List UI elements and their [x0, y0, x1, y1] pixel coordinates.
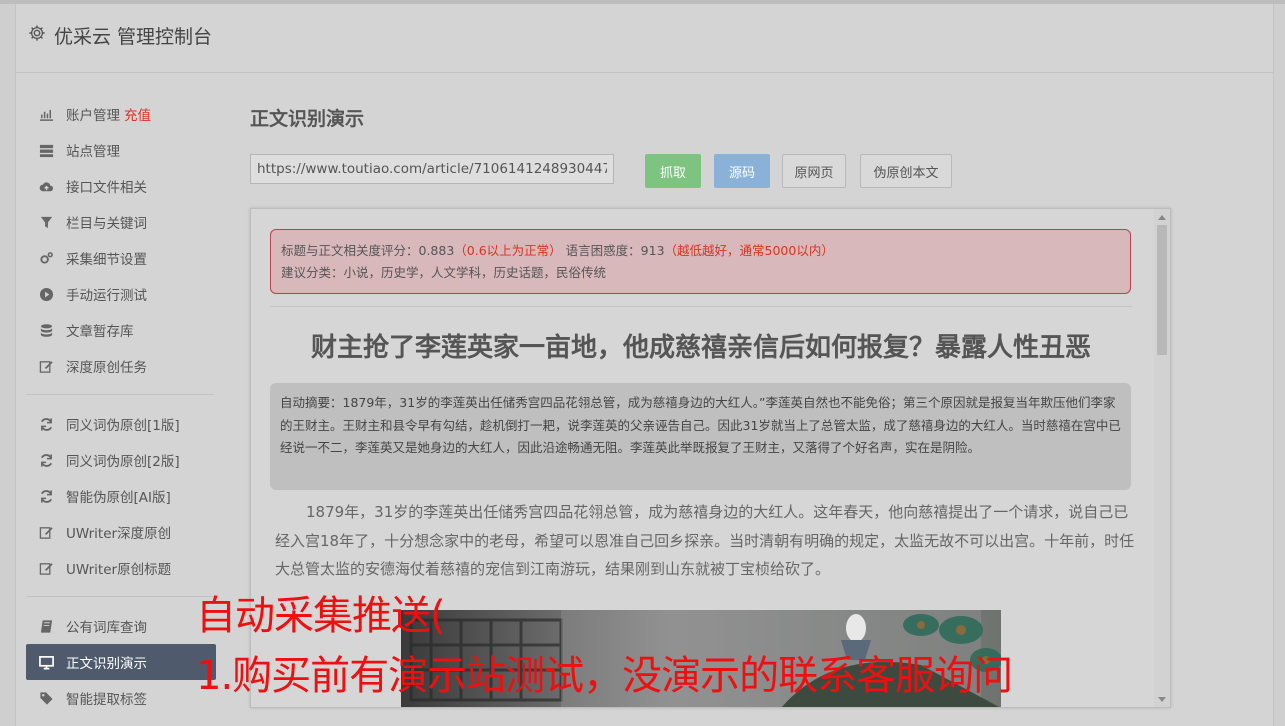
- sidebar-item-uwriter-deep[interactable]: UWriter深度原创: [26, 514, 216, 550]
- edit-icon: [38, 524, 54, 540]
- sidebar-item-label: 同义词伪原创[2版]: [66, 454, 180, 470]
- sidebar-item-interface-files[interactable]: 接口文件相关: [26, 168, 216, 204]
- sidebar-item-uwriter-title[interactable]: UWriter原创标题: [26, 550, 216, 586]
- sidebar-item-label: 正文识别演示: [66, 656, 147, 672]
- source-code-button[interactable]: 源码: [714, 154, 770, 188]
- sidebar-item-synonym-v2[interactable]: 同义词伪原创[2版]: [26, 442, 216, 478]
- sidebar-item-public-lexicon[interactable]: 公有词库查询: [26, 608, 216, 644]
- score-line: 标题与正文相关度评分：0.883（0.6以上为正常） 语言困惑度：913（越低越…: [281, 240, 1120, 262]
- server-icon: [38, 142, 54, 158]
- brand[interactable]: 优采云 管理控制台: [28, 22, 212, 49]
- sidebar-item-label: 智能伪原创[AI版]: [66, 490, 171, 506]
- refresh-icon: [38, 488, 54, 504]
- monitor-icon: [38, 654, 54, 670]
- promo-overlay-line1: 自动采集推送(: [196, 593, 446, 639]
- sidebar-item-synonym-v1[interactable]: 同义词伪原创[1版]: [26, 406, 216, 442]
- gear-icon: [28, 24, 46, 47]
- fetch-button[interactable]: 抓取: [645, 154, 701, 188]
- recharge-link[interactable]: 充值: [124, 104, 151, 124]
- sidebar-item-label: UWriter原创标题: [66, 562, 172, 578]
- sidebar-item-label: UWriter深度原创: [66, 526, 172, 542]
- sidebar-item-manual-run[interactable]: 手动运行测试: [26, 276, 216, 312]
- sidebar-item-collect-settings[interactable]: 采集细节设置: [26, 240, 216, 276]
- sidebar-item-label: 采集细节设置: [66, 252, 147, 268]
- sidebar-item-label: 接口文件相关: [66, 180, 147, 196]
- auto-summary: 自动摘要：1879年，31岁的李莲英出任储秀宫四品花翎总管，成为慈禧身边的大红人…: [270, 383, 1131, 490]
- sidebar-item-sites[interactable]: 站点管理: [26, 132, 216, 168]
- sidebar-item-article-store[interactable]: 文章暂存库: [26, 312, 216, 348]
- sidebar-item-label: 站点管理: [66, 144, 120, 160]
- brand-title: 优采云 管理控制台: [54, 26, 213, 48]
- sidebar-item-text-recognition[interactable]: 正文识别演示: [26, 644, 216, 680]
- edit-icon: [38, 560, 54, 576]
- sidebar-item-label: 账户管理: [66, 108, 120, 124]
- main-content: 正文识别演示 抓取 源码 原网页 伪原创本文: [250, 104, 952, 188]
- sidebar-item-label: 公有词库查询: [66, 620, 147, 636]
- sidebar-divider: [26, 596, 214, 597]
- refresh-icon: [38, 416, 54, 432]
- book-icon: [38, 618, 54, 634]
- sidebar-item-label: 栏目与关键词: [66, 216, 147, 232]
- analysis-alert: 标题与正文相关度评分：0.883（0.6以上为正常） 语言困惑度：913（越低越…: [270, 229, 1131, 294]
- sidebar-item-label: 深度原创任务: [66, 360, 147, 376]
- url-input[interactable]: [250, 154, 614, 184]
- sidebar-item-label: 智能提取标签: [66, 692, 147, 708]
- refresh-icon: [38, 452, 54, 468]
- suggested-categories: 建议分类：小说，历史学，人文学科，历史话题，民俗传统: [281, 265, 607, 280]
- filter-icon: [38, 214, 54, 230]
- toolbar: 抓取 源码 原网页 伪原创本文: [250, 154, 970, 188]
- panel-scrollbar[interactable]: [1154, 209, 1170, 707]
- separator: [270, 306, 1132, 307]
- sidebar-item-ai-rewrite[interactable]: 智能伪原创[AI版]: [26, 478, 216, 514]
- page-title: 正文识别演示: [250, 108, 365, 130]
- sidebar-item-columns-keywords[interactable]: 栏目与关键词: [26, 204, 216, 240]
- edit-icon: [38, 358, 54, 374]
- sidebar-divider: [26, 394, 214, 395]
- sidebar-item-deep-original[interactable]: 深度原创任务: [26, 348, 216, 384]
- scroll-up-arrow[interactable]: [1158, 215, 1166, 220]
- sidebar-item-label: 文章暂存库: [66, 324, 134, 340]
- sidebar-item-smart-tags[interactable]: 智能提取标签: [26, 680, 216, 716]
- relevance-score: 标题与正文相关度评分：0.883: [281, 243, 455, 258]
- perplexity-note: （越低越好，通常5000以内）: [664, 243, 834, 258]
- scroll-down-arrow[interactable]: [1158, 697, 1166, 702]
- database-icon: [38, 322, 54, 338]
- play-circle-icon: [38, 286, 54, 302]
- cogs-icon: [38, 250, 54, 266]
- perplexity-score: 语言困惑度：913: [565, 243, 665, 258]
- sidebar: 账户管理 充值 站点管理 接口文件相关 栏目与关键词 采集细节设置 手动运行测试…: [26, 96, 216, 716]
- cloud-upload-icon: [38, 178, 54, 194]
- tag-icon: [38, 690, 54, 706]
- sidebar-item-label: 手动运行测试: [66, 288, 147, 304]
- rewrite-article-button[interactable]: 伪原创本文: [860, 154, 952, 188]
- relevance-note: （0.6以上为正常）: [454, 243, 562, 258]
- sidebar-item-account[interactable]: 账户管理 充值: [26, 96, 216, 132]
- original-page-button[interactable]: 原网页: [782, 154, 846, 188]
- promo-overlay-line2: 1.购买前有演示站测试，没演示的联系客服询问: [196, 653, 1013, 699]
- article-paragraph: 1879年，31岁的李莲英出任储秀宫四品花翎总管，成为慈禧身边的大红人。这年春天…: [275, 503, 1135, 578]
- header: 优采云 管理控制台: [16, 4, 1273, 73]
- bar-chart-icon: [38, 106, 54, 122]
- article-title: 财主抢了李莲英家一亩地，他成慈禧亲信后如何报复？暴露人性丑恶: [310, 333, 1091, 363]
- sidebar-item-label: 同义词伪原创[1版]: [66, 418, 180, 434]
- scroll-thumb[interactable]: [1157, 225, 1167, 355]
